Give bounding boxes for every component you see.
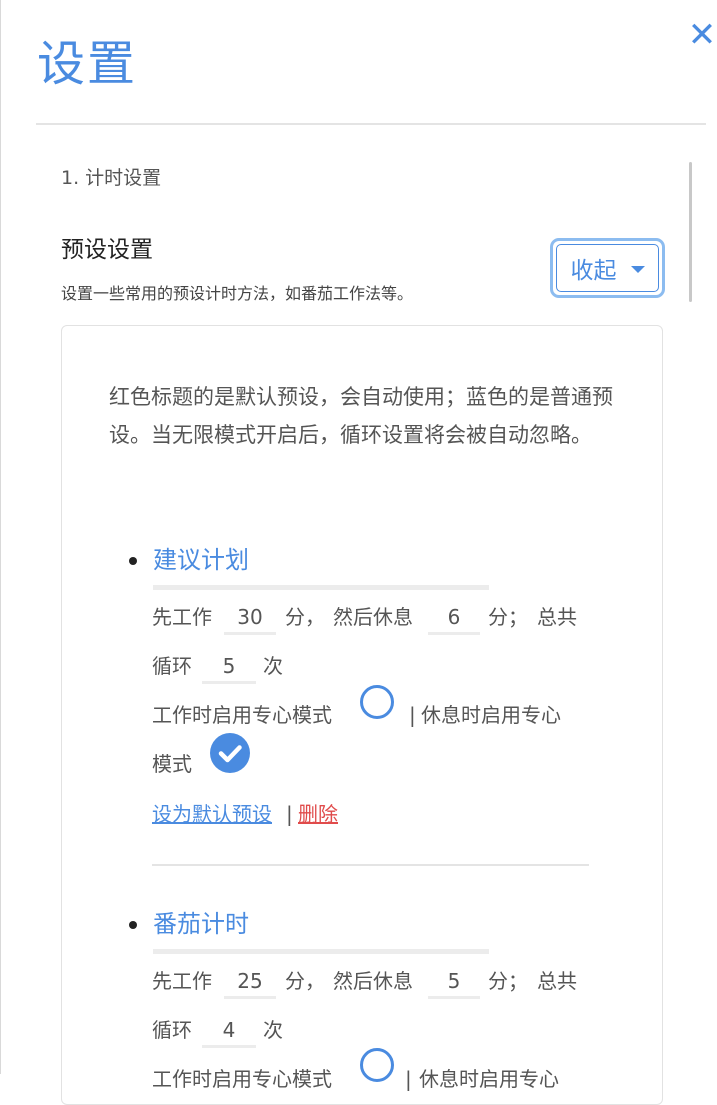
presets-description: 设置一些常用的预设计时方法，如番茄工作法等。 [61,284,414,303]
presets-intro: 红色标题的是默认预设，会自动使用；蓝色的是普通预设。当无限模式开启后，循环设置将… [109,385,613,447]
focus-work-label: 工作时启用专心模式 [152,703,332,727]
work-prefix: 先工作 [152,969,212,993]
preset-name[interactable]: 番茄计时 [153,907,249,941]
after-rest-text: 分； [488,969,528,993]
focus-rest-label: 休息时启用专心 [421,703,561,727]
loops-input[interactable]: 5 [202,651,256,684]
list-bullet [129,557,137,565]
after-work-text: 分， [285,605,325,629]
collapse-button[interactable]: 收起 [550,238,665,298]
total-prefix: 总共 [537,605,577,629]
preset-name-underline [153,585,489,590]
rest-minutes-input[interactable]: 5 [428,966,480,999]
check-icon [218,745,242,763]
focus-separator: | [405,1067,412,1091]
loop-prefix: 循环 [152,1018,192,1042]
preset-name-underline [153,949,489,954]
focus-rest-toggle[interactable] [210,733,250,773]
rest-prefix: 然后休息 [333,605,413,629]
preset-name[interactable]: 建议计划 [153,543,249,577]
collapse-button-inner: 收起 [556,244,659,292]
list-bullet [129,921,137,929]
focus-work-label: 工作时启用专心模式 [152,1067,332,1091]
rest-prefix: 然后休息 [333,969,413,993]
section-label: 1. 计时设置 [61,167,162,189]
title-divider [36,123,706,125]
scrollbar[interactable] [689,162,692,302]
after-work-text: 分， [285,969,325,993]
focus-rest-label-cont: 模式 [152,752,192,776]
loop-suffix: 次 [263,1018,283,1042]
after-rest-text: 分； [488,605,528,629]
focus-rest-label: 休息时启用专心 [419,1067,559,1091]
preset-timing-row: 先工作 [152,602,212,632]
close-icon[interactable]: ✕ [685,18,717,52]
set-default-link[interactable]: 设为默认预设 [152,799,272,829]
delete-link[interactable]: 删除 [298,799,338,829]
collapse-button-label: 收起 [570,258,617,284]
loop-suffix: 次 [263,654,283,678]
presets-title: 预设设置 [61,237,153,263]
page-title: 设置 [37,36,138,92]
rest-minutes-input[interactable]: 6 [428,602,480,635]
work-prefix: 先工作 [152,605,212,629]
settings-panel: ✕ 设置 1. 计时设置 预设设置 设置一些常用的预设计时方法，如番茄工作法等。… [0,0,717,1105]
work-minutes-input[interactable]: 30 [224,602,276,635]
total-prefix: 总共 [537,969,577,993]
focus-work-toggle[interactable] [360,685,394,719]
focus-separator: | [409,703,416,727]
loops-input[interactable]: 4 [202,1015,256,1048]
action-separator: | [286,802,293,826]
loop-prefix: 循环 [152,654,192,678]
focus-work-toggle[interactable] [360,1048,394,1082]
preset-divider [152,864,589,866]
caret-down-icon [630,266,645,273]
work-minutes-input[interactable]: 25 [224,966,276,999]
